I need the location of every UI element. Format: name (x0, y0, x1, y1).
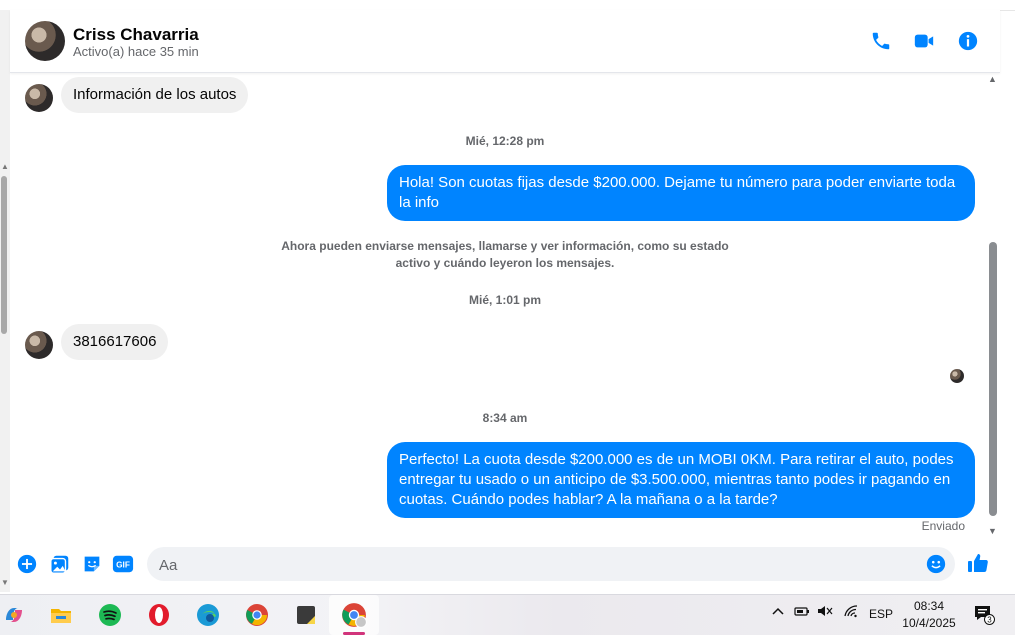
speaker-muted-icon[interactable] (817, 604, 833, 621)
contact-name[interactable]: Criss Chavarria (73, 25, 199, 45)
emoji-icon[interactable] (925, 553, 947, 575)
scroll-down-arrow-icon[interactable]: ▼ (1, 578, 9, 587)
system-notice: Ahora pueden enviarse mensajes, llamarse… (281, 239, 729, 270)
incoming-message[interactable]: 3816617606 (61, 324, 169, 360)
gif-label: GIF (116, 561, 130, 570)
clock-date: 10/4/2025 (902, 616, 956, 630)
active-status: Activo(a) hace 35 min (73, 44, 199, 59)
timestamp: Mié, 12:28 pm (465, 134, 545, 148)
avatar[interactable] (25, 331, 53, 359)
chat-window: Criss Chavarria Activo(a) hace 35 min In… (10, 10, 1000, 592)
chrome-profile-icon[interactable] (340, 601, 368, 629)
chevron-up-icon[interactable] (771, 604, 785, 621)
scroll-up-arrow-icon[interactable]: ▲ (988, 74, 997, 84)
sent-status: Enviado (921, 519, 965, 533)
outgoing-message[interactable]: Perfecto! La cuota desde $200.000 es de … (387, 442, 975, 518)
outgoing-message[interactable]: Hola! Son cuotas fijas desde $200.000. D… (387, 165, 975, 221)
sticker-icon[interactable] (81, 553, 103, 575)
sticky-notes-icon[interactable] (292, 601, 320, 629)
plus-icon[interactable] (16, 553, 38, 575)
timestamp: 8:34 am (482, 411, 528, 425)
phone-icon[interactable] (870, 30, 892, 52)
file-explorer-icon[interactable] (47, 601, 75, 629)
taskbar: ESP 08:34 10/4/2025 3 (0, 594, 1015, 635)
scroll-up-arrow-icon[interactable]: ▲ (1, 162, 9, 171)
gif-icon[interactable]: GIF (112, 553, 134, 575)
seen-avatar (950, 369, 964, 383)
composer: GIF (10, 545, 1000, 591)
video-camera-icon[interactable] (913, 30, 935, 52)
system-clock[interactable]: 08:34 10/4/2025 (898, 598, 960, 632)
photo-icon[interactable] (49, 553, 71, 575)
battery-icon[interactable] (794, 604, 810, 621)
message-input-wrapper (147, 547, 955, 583)
timestamp: Mié, 1:01 pm (468, 293, 542, 307)
language-indicator[interactable]: ESP (869, 607, 893, 621)
avatar[interactable] (25, 21, 65, 61)
notification-center-icon[interactable]: 3 (973, 604, 997, 629)
message-scrollbar[interactable]: ▲ ▼ (986, 74, 1000, 546)
chat-header: Criss Chavarria Activo(a) hace 35 min (10, 10, 1000, 73)
clock-time: 08:34 (913, 599, 945, 613)
message-list[interactable]: Información de los autos Mié, 12:28 pm H… (10, 73, 1000, 545)
copilot-icon[interactable] (0, 601, 28, 629)
avatar[interactable] (25, 84, 53, 112)
thumbs-up-icon[interactable] (966, 551, 990, 575)
info-icon[interactable] (957, 30, 979, 52)
message-input[interactable] (157, 547, 921, 583)
edge-icon[interactable] (194, 601, 222, 629)
opera-icon[interactable] (145, 601, 173, 629)
notification-count: 3 (987, 616, 992, 625)
scrollbar-thumb[interactable] (989, 242, 997, 516)
incoming-message[interactable]: Información de los autos (61, 77, 249, 113)
scrollbar-thumb[interactable] (1, 176, 7, 334)
scroll-down-arrow-icon[interactable]: ▼ (988, 526, 997, 536)
wifi-icon[interactable] (843, 604, 859, 621)
spotify-icon[interactable] (96, 601, 124, 629)
chrome-icon[interactable] (243, 601, 271, 629)
